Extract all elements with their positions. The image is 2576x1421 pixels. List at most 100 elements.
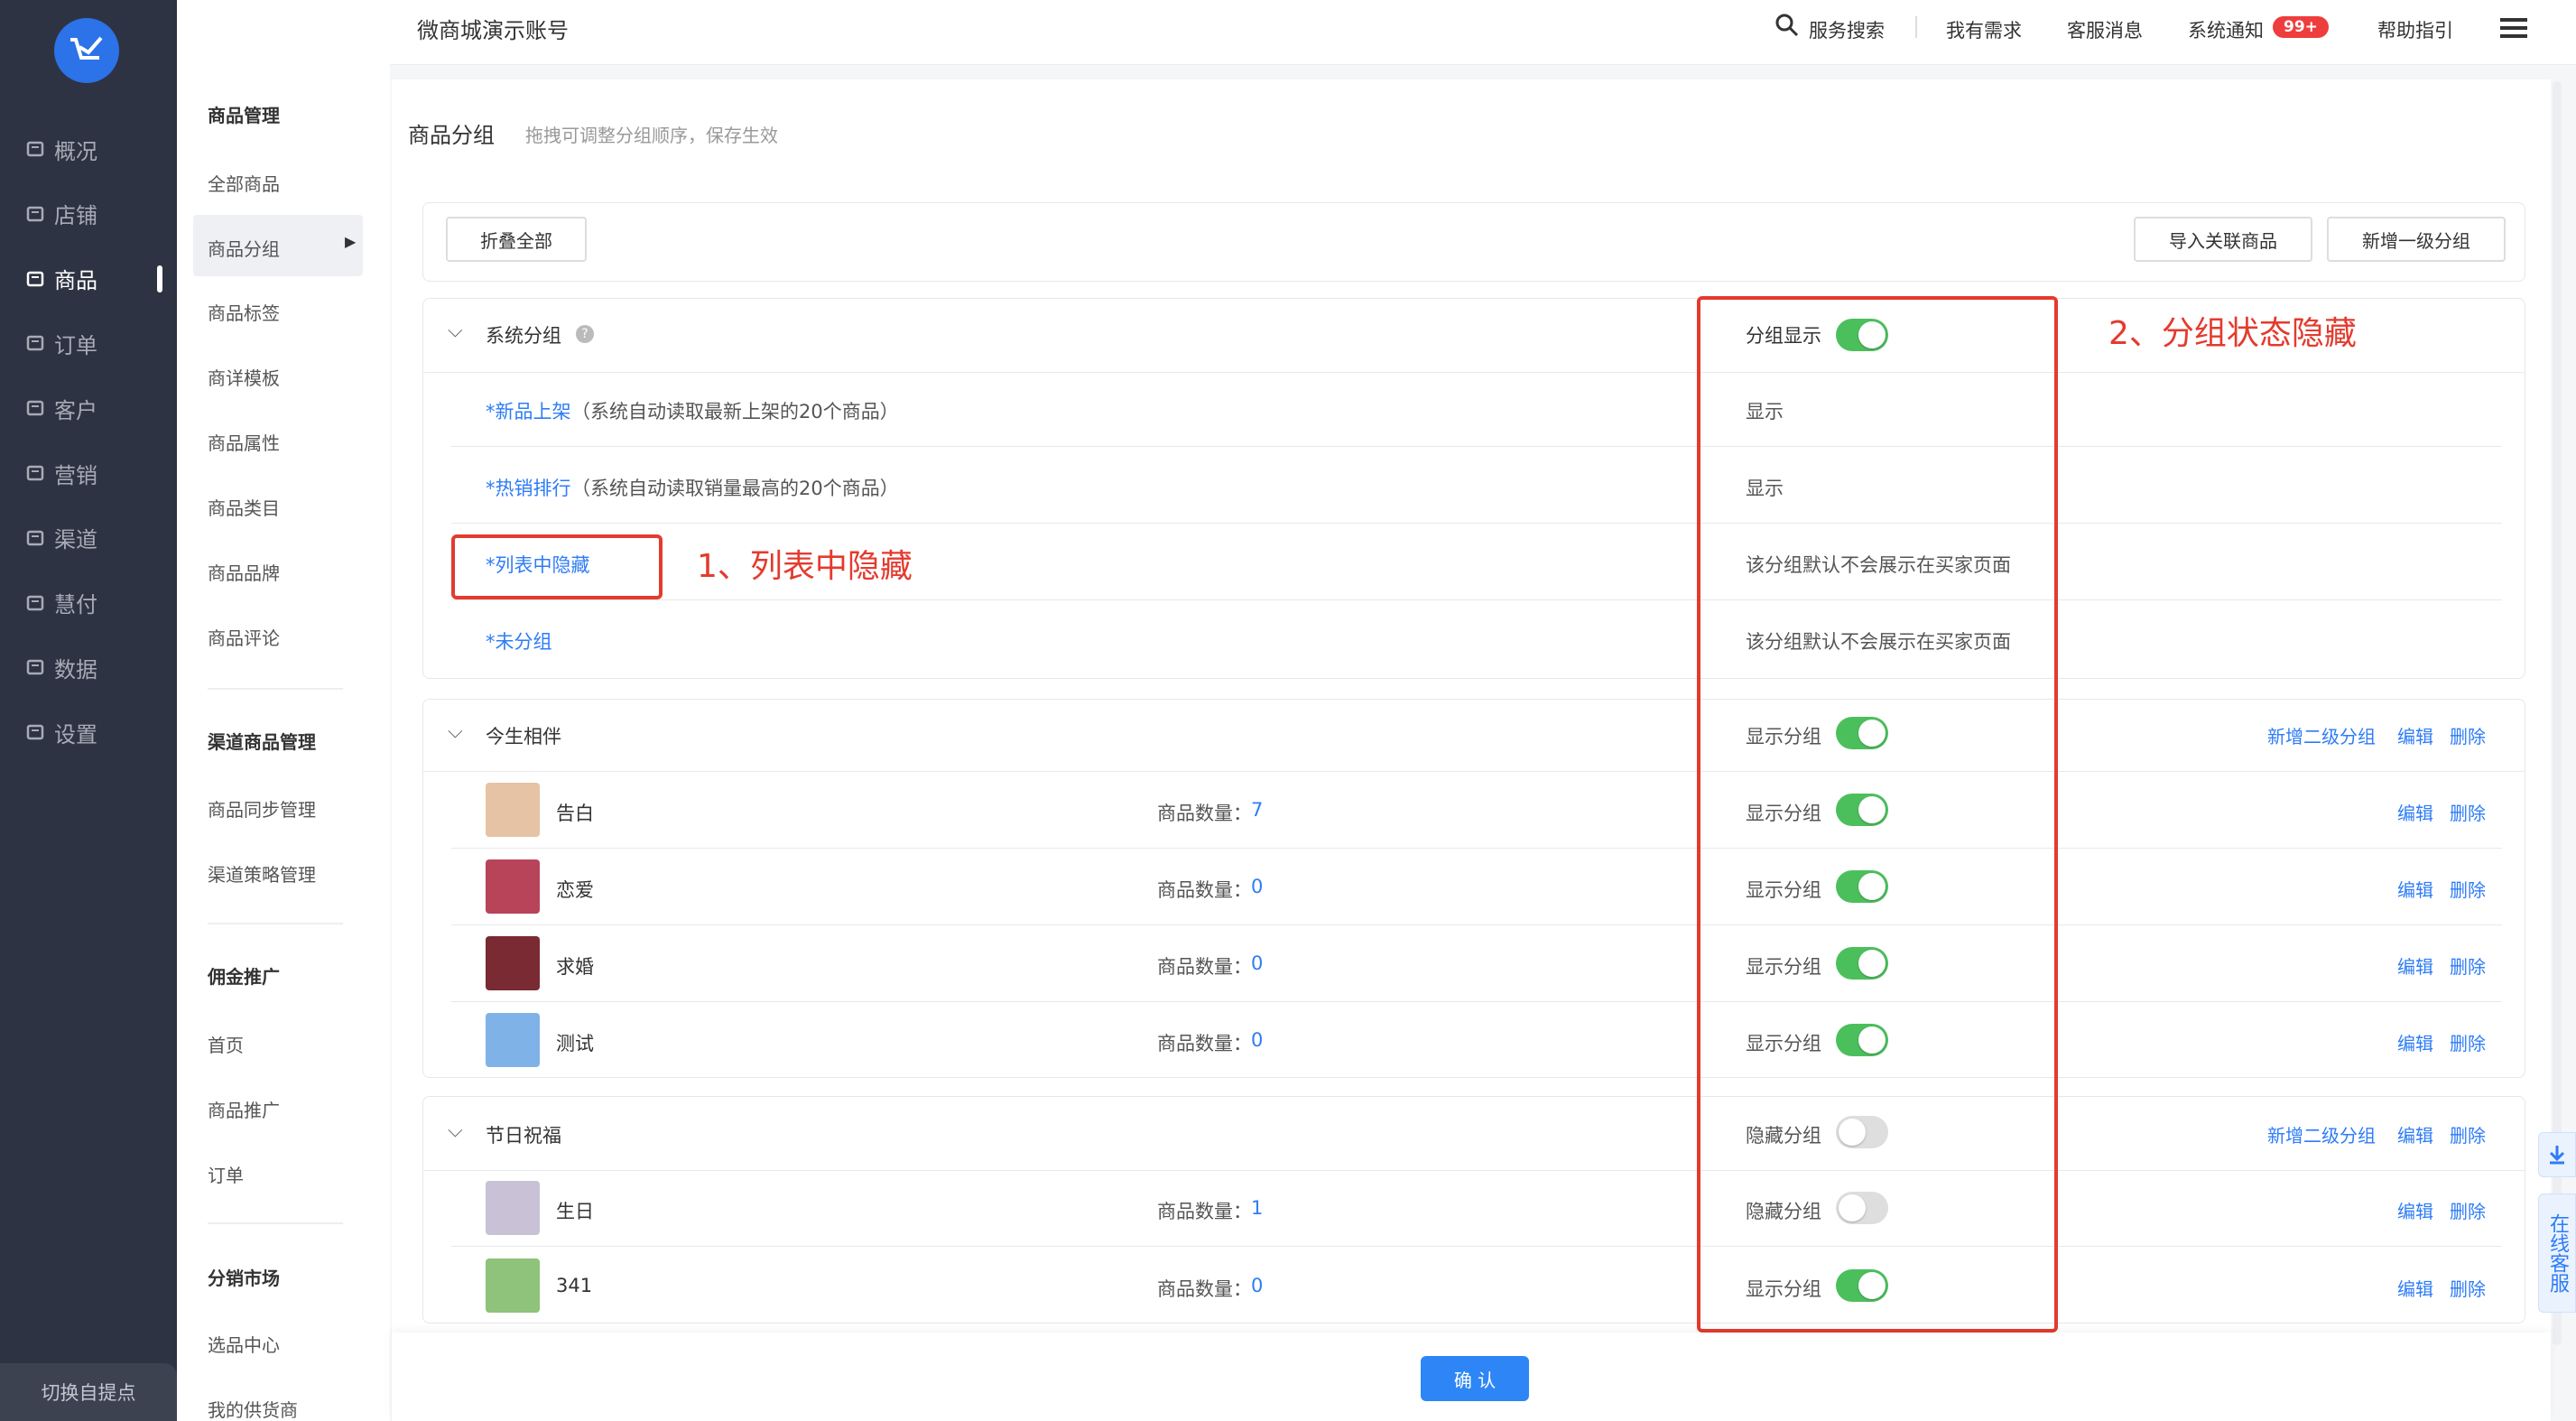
nav-item-label: 概况 — [54, 138, 97, 164]
delete-link[interactable]: 删除 — [2450, 799, 2486, 825]
edit-link[interactable]: 编辑 — [2397, 876, 2433, 902]
system-group-row-name[interactable]: *新品上架 — [486, 397, 571, 424]
edit-link[interactable]: 编辑 — [2397, 722, 2433, 748]
add-subgroup-link[interactable]: 新增二级分组 — [2267, 722, 2376, 748]
nav-item-label: 营销 — [54, 462, 97, 488]
goods-count[interactable]: 0 — [1251, 876, 1263, 897]
sub-item[interactable]: 选品中心 — [208, 1331, 280, 1357]
help-link[interactable]: 帮助指引 — [2377, 16, 2453, 43]
goods-count-label: 商品数量： — [1157, 1201, 1252, 1222]
nav-item-data[interactable]: 数据 — [0, 636, 177, 699]
nav-item-label: 商品 — [54, 268, 97, 294]
nav-item-label: 慧付 — [54, 592, 97, 618]
annotation-text-1: 1、列表中隐藏 — [697, 548, 913, 585]
app-logo-icon[interactable] — [54, 18, 119, 83]
product-thumbnail — [486, 936, 540, 990]
marketing-icon — [25, 463, 45, 483]
divider — [451, 1246, 2502, 1247]
sub-item[interactable]: 商品同步管理 — [208, 795, 316, 822]
nav-item-store[interactable]: 店铺 — [0, 182, 177, 246]
edit-link[interactable]: 编辑 — [2397, 1029, 2433, 1055]
subgroup-name: 341 — [556, 1275, 593, 1296]
sub-item[interactable]: 商品类目 — [208, 494, 280, 520]
menu-icon[interactable] — [2500, 16, 2527, 43]
page-title: 商品分组 — [408, 123, 495, 148]
sub-item[interactable]: 渠道策略管理 — [208, 860, 316, 887]
nav-item-pay[interactable]: 慧付 — [0, 571, 177, 635]
edit-link[interactable]: 编辑 — [2397, 1275, 2433, 1301]
service-message-link[interactable]: 客服消息 — [2067, 16, 2143, 43]
chevron-down-icon[interactable]: ⌵ — [448, 320, 463, 342]
group-name: 今生相伴 — [486, 726, 561, 748]
add-subgroup-link[interactable]: 新增二级分组 — [2267, 1121, 2376, 1147]
chevron-down-icon[interactable]: ⌵ — [448, 1119, 463, 1142]
edit-link[interactable]: 编辑 — [2397, 1121, 2433, 1147]
goods-count[interactable]: 0 — [1251, 952, 1263, 974]
system-group-row-name[interactable]: *热销排行 — [486, 474, 571, 501]
service-search-link[interactable]: 服务搜索 — [1809, 16, 1885, 43]
collapse-all-button[interactable]: 折叠全部 — [446, 217, 587, 262]
sub-item[interactable]: 商品标签 — [208, 299, 280, 325]
switch-pickup-button[interactable]: 切换自提点 — [0, 1363, 177, 1421]
sub-item[interactable]: 全部商品 — [208, 170, 280, 196]
help-icon[interactable]: ? — [576, 325, 594, 343]
goods-count-label: 商品数量： — [1157, 1033, 1252, 1054]
search-icon[interactable] — [1774, 13, 1800, 42]
nav-item-label: 店铺 — [54, 203, 97, 229]
sub-nav: 商品管理 全部商品商品分组商品标签商详模板商品属性商品类目商品品牌商品评论 渠道… — [177, 0, 390, 1421]
edit-link[interactable]: 编辑 — [2397, 799, 2433, 825]
product-thumbnail — [486, 1181, 540, 1235]
nav-item-order[interactable]: 订单 — [0, 311, 177, 375]
goods-count[interactable]: 7 — [1251, 799, 1263, 821]
confirm-button[interactable]: 确 认 — [1421, 1356, 1529, 1401]
edit-link[interactable]: 编辑 — [2397, 952, 2433, 979]
delete-link[interactable]: 删除 — [2450, 722, 2486, 748]
delete-link[interactable]: 删除 — [2450, 952, 2486, 979]
divider — [208, 1222, 343, 1224]
nav-item-channel[interactable]: 渠道 — [0, 506, 177, 570]
goods-count[interactable]: 0 — [1251, 1029, 1263, 1051]
sub-section-title: 分销市场 — [208, 1268, 280, 1289]
edit-link[interactable]: 编辑 — [2397, 1197, 2433, 1223]
import-related-goods-button[interactable]: 导入关联商品 — [2134, 217, 2312, 262]
product-group-card — [422, 1096, 2525, 1323]
online-service-button[interactable]: 在线客服 — [2538, 1193, 2576, 1313]
sub-item[interactable]: 商品分组 — [208, 235, 280, 261]
nav-item-marketing[interactable]: 营销 — [0, 441, 177, 505]
nav-item-label: 数据 — [54, 656, 97, 683]
nav-item-overview[interactable]: 概况 — [0, 117, 177, 181]
nav-item-label: 渠道 — [54, 527, 97, 553]
annotation-box-2 — [1697, 296, 2058, 1333]
online-service-label: 在线客服 — [2546, 1213, 2569, 1293]
sub-item[interactable]: 商品评论 — [208, 624, 280, 650]
sub-item[interactable]: 首页 — [208, 1031, 244, 1057]
delete-link[interactable]: 删除 — [2450, 1197, 2486, 1223]
system-group-row-name[interactable]: *未分组 — [486, 627, 552, 655]
delete-link[interactable]: 删除 — [2450, 1029, 2486, 1055]
sub-item[interactable]: 订单 — [208, 1161, 244, 1187]
sub-item[interactable]: 商品属性 — [208, 429, 280, 455]
goods-count[interactable]: 0 — [1251, 1275, 1263, 1296]
delete-link[interactable]: 删除 — [2450, 876, 2486, 902]
download-icon[interactable] — [2538, 1132, 2576, 1177]
sub-item[interactable]: 商品推广 — [208, 1096, 280, 1122]
nav-item-goods[interactable]: 商品 — [0, 247, 177, 311]
goods-count[interactable]: 1 — [1251, 1197, 1263, 1219]
add-group-button[interactable]: 新增一级分组 — [2327, 217, 2506, 262]
annotation-text-2: 2、分组状态隐藏 — [2108, 315, 2357, 352]
sub-section-title: 商品管理 — [208, 105, 280, 126]
divider — [451, 924, 2502, 925]
system-notice-link[interactable]: 系统通知 — [2188, 16, 2264, 43]
delete-link[interactable]: 删除 — [2450, 1275, 2486, 1301]
subgroup-name: 测试 — [556, 1033, 594, 1054]
sub-item[interactable]: 我的供货商 — [208, 1396, 298, 1421]
delete-link[interactable]: 删除 — [2450, 1121, 2486, 1147]
nav-item-settings[interactable]: 设置 — [0, 701, 177, 764]
divider — [451, 1001, 2502, 1002]
sub-item[interactable]: 商详模板 — [208, 364, 280, 390]
demand-link[interactable]: 我有需求 — [1946, 16, 2022, 43]
sub-item[interactable]: 商品品牌 — [208, 559, 280, 585]
order-icon — [25, 333, 45, 353]
chevron-down-icon[interactable]: ⌵ — [448, 720, 463, 743]
nav-item-customer[interactable]: 客户 — [0, 376, 177, 440]
